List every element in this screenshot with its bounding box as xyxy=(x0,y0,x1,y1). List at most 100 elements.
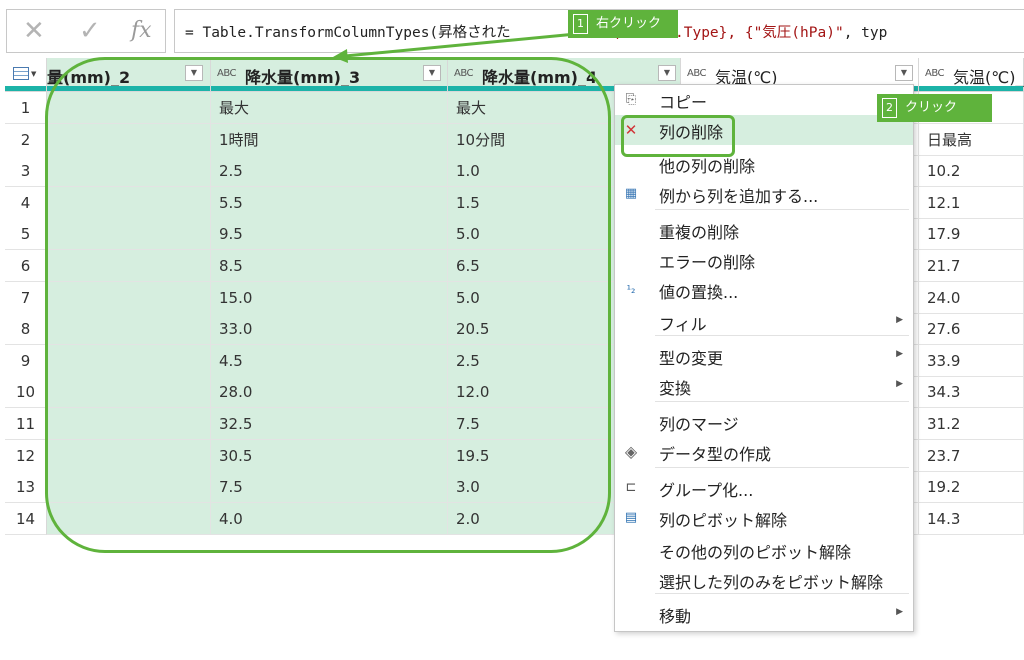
column-header[interactable]: ABC 気温(℃)_ xyxy=(919,58,1024,92)
menu-item[interactable]: ◈ データ型の作成 xyxy=(615,437,913,467)
menu-item[interactable]: 他の列の削除 xyxy=(615,149,913,179)
row-number[interactable]: 2 xyxy=(5,123,47,156)
row-number[interactable]: 14 xyxy=(5,502,47,535)
row-number[interactable]: 4 xyxy=(5,186,47,219)
menu-item-label: グループ化... xyxy=(659,481,754,500)
menu-item[interactable]: ▦ 例から列を追加する... xyxy=(615,179,913,209)
chevron-down-icon[interactable]: ▼ xyxy=(423,65,441,81)
table-cell[interactable]: 4.5 xyxy=(211,344,448,377)
chevron-down-icon[interactable]: ▼ xyxy=(895,65,913,81)
cancel-icon[interactable]: ✕ xyxy=(23,14,45,48)
table-cell[interactable]: 日最高 xyxy=(919,123,1024,156)
table-cell[interactable]: 19.2 xyxy=(919,471,1024,504)
table-cell[interactable] xyxy=(47,439,211,472)
table-cell[interactable]: 15.0 xyxy=(211,281,448,314)
table-cell[interactable]: 21.7 xyxy=(919,250,1024,282)
menu-item-label: データ型の作成 xyxy=(659,445,772,464)
row-number[interactable]: 7 xyxy=(5,281,47,314)
table-cell[interactable]: 33.0 xyxy=(211,313,448,346)
commit-icon[interactable]: ✓ xyxy=(79,14,101,48)
row-number[interactable]: 6 xyxy=(5,250,47,282)
table-cell[interactable]: 30.5 xyxy=(211,439,448,472)
table-cell[interactable] xyxy=(47,344,211,377)
row-number[interactable]: 9 xyxy=(5,344,47,377)
row-number[interactable]: 3 xyxy=(5,155,47,188)
table-cell[interactable]: 5.5 xyxy=(211,186,448,219)
menu-item[interactable]: 重複の削除 xyxy=(615,215,913,245)
callout-2: 2 クリック xyxy=(877,94,992,122)
row-number[interactable]: 10 xyxy=(5,376,47,409)
table-cell[interactable] xyxy=(47,186,211,219)
table-corner-menu[interactable]: ▼ xyxy=(5,58,47,92)
menu-item[interactable]: 変換 ▶ xyxy=(615,371,913,401)
table-cell[interactable] xyxy=(47,376,211,409)
table-cell[interactable]: 1時間 xyxy=(211,123,448,156)
table-cell[interactable]: 7.5 xyxy=(211,471,448,504)
column-header[interactable]: 量(mm)_2 ▼ xyxy=(47,58,211,92)
table-cell[interactable]: 14.3 xyxy=(919,502,1024,535)
group-by-icon: ⊏ xyxy=(625,480,637,495)
table-cell[interactable] xyxy=(47,281,211,314)
menu-item[interactable]: 移動 ▶ xyxy=(615,599,913,629)
menu-item[interactable]: 列のマージ xyxy=(615,407,913,437)
table-cell[interactable] xyxy=(47,471,211,504)
menu-item-label: 重複の削除 xyxy=(659,223,740,242)
menu-separator xyxy=(655,401,909,402)
menu-item[interactable]: ✕ 列の削除 xyxy=(615,115,913,145)
fx-icon[interactable]: fx xyxy=(131,14,152,48)
table-cell[interactable]: 33.9 xyxy=(919,344,1024,377)
table-cell[interactable] xyxy=(47,218,211,251)
menu-item[interactable]: ⎘ コピー xyxy=(615,85,913,115)
table-cell[interactable]: 12.1 xyxy=(919,186,1024,219)
table-cell[interactable]: 10.2 xyxy=(919,155,1024,188)
menu-item-label: エラーの削除 xyxy=(659,253,756,272)
table-cell[interactable]: 31.2 xyxy=(919,408,1024,440)
menu-item-label: 値の置換... xyxy=(659,283,739,302)
table-cell[interactable] xyxy=(47,250,211,282)
table-cell[interactable]: 24.0 xyxy=(919,281,1024,314)
table-cell[interactable]: 17.9 xyxy=(919,218,1024,251)
menu-item[interactable]: エラーの削除 xyxy=(615,245,913,275)
table-cell[interactable]: 9.5 xyxy=(211,218,448,251)
row-number[interactable]: 8 xyxy=(5,313,47,346)
table-cell[interactable]: 32.5 xyxy=(211,408,448,440)
table-cell[interactable] xyxy=(47,155,211,188)
table-cell[interactable]: 4.0 xyxy=(211,502,448,535)
table-cell[interactable] xyxy=(47,502,211,535)
row-number[interactable]: 13 xyxy=(5,471,47,504)
row-number[interactable]: 12 xyxy=(5,439,47,472)
table-cell[interactable]: 27.6 xyxy=(919,313,1024,346)
column-header[interactable]: ABC 降水量(mm)_3 ▼ xyxy=(211,58,448,92)
row-number[interactable]: 5 xyxy=(5,218,47,251)
table-cell[interactable] xyxy=(47,123,211,156)
table-cell[interactable] xyxy=(47,92,211,124)
menu-item[interactable]: ⊏ グループ化... xyxy=(615,473,913,503)
column-header-label: 気温(℃)_ xyxy=(953,68,1024,87)
menu-item[interactable]: 選択した列のみをピボット解除 xyxy=(615,565,913,595)
menu-separator xyxy=(655,335,909,336)
menu-item-label: その他の列のピボット解除 xyxy=(659,543,852,562)
data-type-icon: ◈ xyxy=(624,442,638,461)
chevron-down-icon[interactable]: ▼ xyxy=(185,65,203,81)
menu-item-label: 選択した列のみをピボット解除 xyxy=(659,573,884,592)
row-number[interactable]: 1 xyxy=(5,92,47,124)
table-cell[interactable]: 34.3 xyxy=(919,376,1024,409)
menu-item[interactable]: その他の列のピボット解除 xyxy=(615,535,913,565)
menu-item[interactable]: ¹₂ 値の置換... xyxy=(615,275,913,305)
menu-item[interactable]: フィル ▶ xyxy=(615,307,913,337)
menu-item-label: 移動 xyxy=(659,607,692,626)
menu-item[interactable]: ▤ 列のピボット解除 xyxy=(615,503,913,533)
table-cell[interactable] xyxy=(47,408,211,440)
table-cell[interactable]: 8.5 xyxy=(211,250,448,282)
chevron-right-icon: ▶ xyxy=(896,607,903,617)
menu-item[interactable]: 型の変更 ▶ xyxy=(615,341,913,371)
chevron-down-icon[interactable]: ▼ xyxy=(658,65,676,81)
row-number[interactable]: 11 xyxy=(5,408,47,440)
table-cell[interactable]: 最大 xyxy=(211,92,448,124)
table-cell[interactable]: 2.5 xyxy=(211,155,448,188)
table-cell[interactable] xyxy=(47,313,211,346)
callout-number: 1 xyxy=(573,14,588,34)
text-type-icon: ABC xyxy=(925,68,945,79)
table-cell[interactable]: 28.0 xyxy=(211,376,448,409)
table-cell[interactable]: 23.7 xyxy=(919,439,1024,472)
